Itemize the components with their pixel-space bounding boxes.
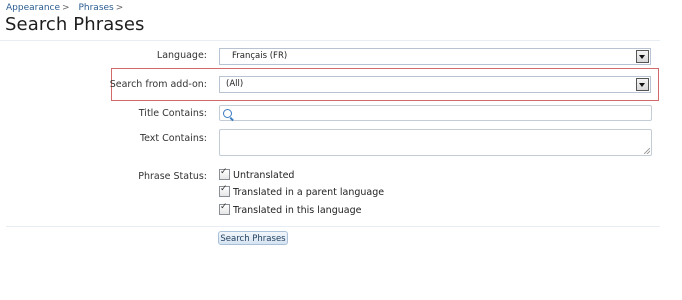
untranslated-checkbox-row[interactable]: Untranslated xyxy=(219,167,295,181)
checkbox-checked-icon[interactable] xyxy=(219,184,230,197)
phrase-status-label: Phrase Status: xyxy=(138,171,207,182)
search-phrases-button[interactable]: Search Phrases xyxy=(218,231,288,245)
dropdown-arrow-icon[interactable] xyxy=(636,50,649,63)
text-contains-label: Text Contains: xyxy=(139,133,207,144)
addon-select-value: (All) xyxy=(226,79,244,89)
untranslated-label: Untranslated xyxy=(233,170,295,181)
breadcrumb-separator: > xyxy=(115,3,124,13)
search-icon xyxy=(223,109,232,118)
page-title: Search Phrases xyxy=(5,14,145,35)
language-select[interactable]: Français (FR) xyxy=(219,48,651,65)
header-divider xyxy=(0,40,660,41)
parent-language-checkbox-row[interactable]: Translated in a parent language xyxy=(219,184,385,198)
this-language-label: Translated in this language xyxy=(233,205,362,216)
title-contains-input[interactable] xyxy=(219,105,652,121)
addon-select[interactable]: (All) xyxy=(219,76,651,93)
breadcrumb-appearance-link[interactable]: Appearance xyxy=(6,3,60,13)
addon-label: Search from add-on: xyxy=(109,79,207,90)
language-label: Language: xyxy=(156,50,207,61)
breadcrumb: Appearance > Phrases > xyxy=(6,3,129,13)
this-language-checkbox-row[interactable]: Translated in this language xyxy=(219,202,362,216)
resize-grip-icon[interactable] xyxy=(644,148,650,154)
language-select-value: Français (FR) xyxy=(232,51,288,61)
breadcrumb-phrases-link[interactable]: Phrases xyxy=(78,3,113,13)
breadcrumb-separator: > xyxy=(62,3,70,13)
text-contains-textarea[interactable] xyxy=(219,129,652,156)
form-divider xyxy=(6,226,660,227)
checkbox-checked-icon[interactable] xyxy=(219,167,230,180)
parent-language-label: Translated in a parent language xyxy=(233,187,385,198)
dropdown-arrow-icon[interactable] xyxy=(636,78,649,91)
checkbox-checked-icon[interactable] xyxy=(219,202,230,215)
title-contains-label: Title Contains: xyxy=(138,108,207,119)
